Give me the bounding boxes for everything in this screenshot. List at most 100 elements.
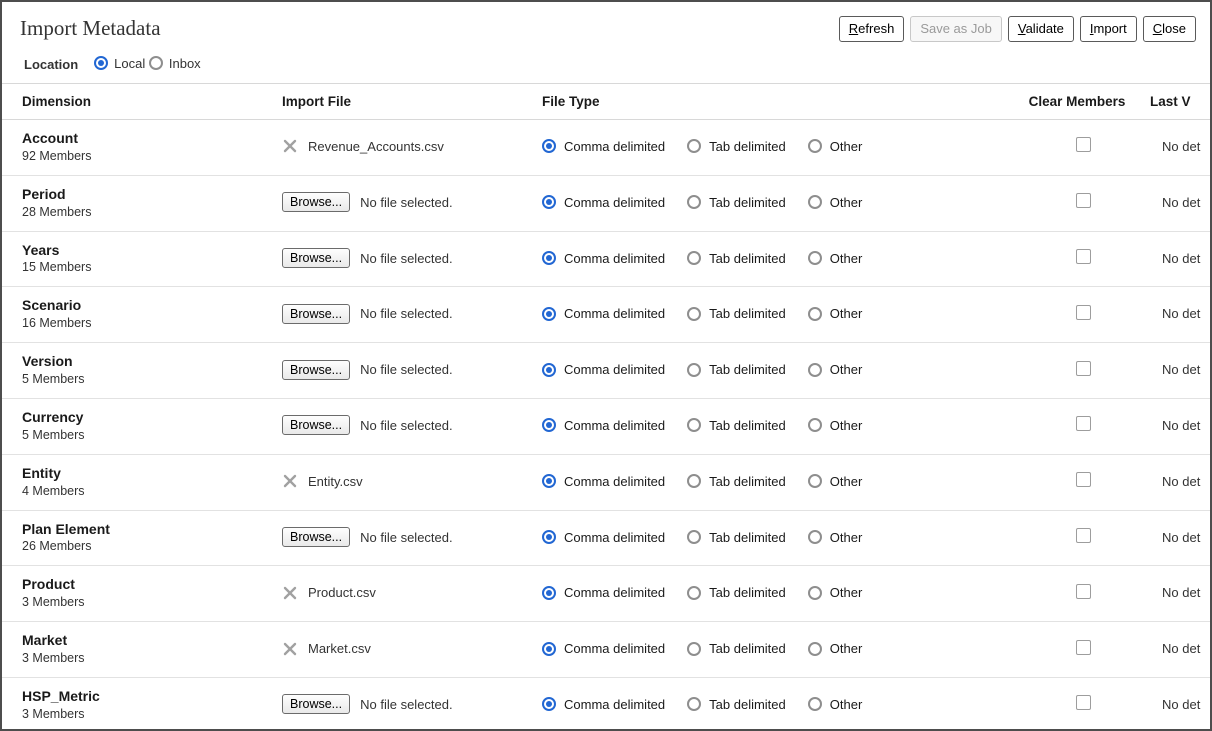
dimension-members: 92 Members	[22, 149, 254, 163]
file-type-radio[interactable]: Tab delimited	[687, 474, 786, 489]
clear-members-checkbox[interactable]	[1076, 249, 1091, 264]
dimension-members: 5 Members	[22, 372, 254, 386]
file-type-radio[interactable]: Other	[808, 697, 863, 712]
col-import-file: Import File	[262, 84, 522, 120]
file-type-radio[interactable]: Tab delimited	[687, 585, 786, 600]
file-type-radio[interactable]: Other	[808, 418, 863, 433]
radio-indicator	[542, 474, 556, 488]
no-file-label: No file selected.	[360, 362, 453, 377]
file-type-radio[interactable]: Other	[808, 474, 863, 489]
last-validated-cell: No det	[1142, 287, 1210, 343]
file-type-radio[interactable]: Comma delimited	[542, 585, 665, 600]
file-type-radio[interactable]: Comma delimited	[542, 139, 665, 154]
file-type-radio[interactable]: Comma delimited	[542, 530, 665, 545]
table-row: Product3 MembersProduct.csvComma delimit…	[2, 566, 1210, 622]
file-type-label: Comma delimited	[564, 251, 665, 266]
clear-file-icon[interactable]	[282, 138, 298, 154]
radio-indicator	[542, 251, 556, 265]
file-type-radio[interactable]: Other	[808, 362, 863, 377]
location-radio-inbox[interactable]: Inbox	[149, 56, 201, 71]
file-type-label: Tab delimited	[709, 474, 786, 489]
file-type-radio[interactable]: Other	[808, 195, 863, 210]
browse-button[interactable]: Browse...	[282, 248, 350, 268]
import-button[interactable]: Import	[1080, 16, 1137, 42]
dimension-name: Version	[22, 353, 254, 370]
table-row: Plan Element26 MembersBrowse...No file s…	[2, 510, 1210, 566]
file-type-radio[interactable]: Other	[808, 139, 863, 154]
clear-members-checkbox[interactable]	[1076, 193, 1091, 208]
file-type-radio[interactable]: Comma delimited	[542, 362, 665, 377]
file-type-label: Comma delimited	[564, 362, 665, 377]
clear-members-checkbox[interactable]	[1076, 416, 1091, 431]
radio-indicator	[808, 195, 822, 209]
file-type-radio[interactable]: Other	[808, 251, 863, 266]
radio-indicator	[687, 307, 701, 321]
clear-file-icon[interactable]	[282, 585, 298, 601]
browse-button[interactable]: Browse...	[282, 694, 350, 714]
file-type-radio[interactable]: Comma delimited	[542, 474, 665, 489]
selected-file-name: Product.csv	[308, 585, 376, 600]
file-type-label: Tab delimited	[709, 139, 786, 154]
dimension-members: 15 Members	[22, 260, 254, 274]
last-validated-cell: No det	[1142, 231, 1210, 287]
clear-members-checkbox[interactable]	[1076, 361, 1091, 376]
no-file-label: No file selected.	[360, 530, 453, 545]
location-label: Location	[24, 57, 78, 72]
file-type-radio[interactable]: Other	[808, 585, 863, 600]
clear-members-checkbox[interactable]	[1076, 137, 1091, 152]
close-button[interactable]: Close	[1143, 16, 1196, 42]
file-type-radio[interactable]: Tab delimited	[687, 362, 786, 377]
clear-members-checkbox[interactable]	[1076, 472, 1091, 487]
file-type-label: Tab delimited	[709, 585, 786, 600]
refresh-button[interactable]: Refresh	[839, 16, 905, 42]
clear-file-icon[interactable]	[282, 473, 298, 489]
file-type-radio[interactable]: Other	[808, 530, 863, 545]
file-type-label: Comma delimited	[564, 697, 665, 712]
clear-members-checkbox[interactable]	[1076, 640, 1091, 655]
toolbar: Refresh Save as Job Validate Import Clos…	[839, 16, 1196, 42]
file-type-radio[interactable]: Comma delimited	[542, 697, 665, 712]
file-type-radio[interactable]: Other	[808, 641, 863, 656]
file-type-radio[interactable]: Tab delimited	[687, 195, 786, 210]
last-validated-cell: No det	[1142, 510, 1210, 566]
file-type-radio[interactable]: Tab delimited	[687, 251, 786, 266]
file-type-radio[interactable]: Comma delimited	[542, 195, 665, 210]
file-type-label: Other	[830, 139, 863, 154]
last-validated-cell: No det	[1142, 175, 1210, 231]
file-type-label: Comma delimited	[564, 139, 665, 154]
file-type-radio[interactable]: Tab delimited	[687, 641, 786, 656]
clear-members-checkbox[interactable]	[1076, 584, 1091, 599]
validate-button[interactable]: Validate	[1008, 16, 1074, 42]
file-type-label: Tab delimited	[709, 418, 786, 433]
clear-members-checkbox[interactable]	[1076, 695, 1091, 710]
table-row: HSP_Metric3 MembersBrowse...No file sele…	[2, 678, 1210, 731]
file-type-radio[interactable]: Tab delimited	[687, 418, 786, 433]
file-type-radio[interactable]: Tab delimited	[687, 306, 786, 321]
no-file-label: No file selected.	[360, 418, 453, 433]
radio-indicator	[808, 418, 822, 432]
file-type-radio[interactable]: Comma delimited	[542, 641, 665, 656]
clear-members-checkbox[interactable]	[1076, 305, 1091, 320]
radio-indicator	[687, 697, 701, 711]
file-type-label: Other	[830, 362, 863, 377]
browse-button[interactable]: Browse...	[282, 360, 350, 380]
dimension-members: 3 Members	[22, 707, 254, 721]
no-file-label: No file selected.	[360, 697, 453, 712]
clear-members-checkbox[interactable]	[1076, 528, 1091, 543]
browse-button[interactable]: Browse...	[282, 304, 350, 324]
file-type-radio[interactable]: Comma delimited	[542, 306, 665, 321]
browse-button[interactable]: Browse...	[282, 527, 350, 547]
location-radio-local[interactable]: Local	[94, 56, 145, 71]
file-type-radio[interactable]: Tab delimited	[687, 530, 786, 545]
file-type-radio[interactable]: Tab delimited	[687, 139, 786, 154]
browse-button[interactable]: Browse...	[282, 415, 350, 435]
file-type-radio[interactable]: Comma delimited	[542, 418, 665, 433]
radio-indicator	[542, 418, 556, 432]
file-type-radio[interactable]: Other	[808, 306, 863, 321]
file-type-radio[interactable]: Tab delimited	[687, 697, 786, 712]
radio-indicator	[687, 195, 701, 209]
browse-button[interactable]: Browse...	[282, 192, 350, 212]
file-type-radio[interactable]: Comma delimited	[542, 251, 665, 266]
clear-file-icon[interactable]	[282, 641, 298, 657]
radio-indicator	[94, 56, 108, 70]
